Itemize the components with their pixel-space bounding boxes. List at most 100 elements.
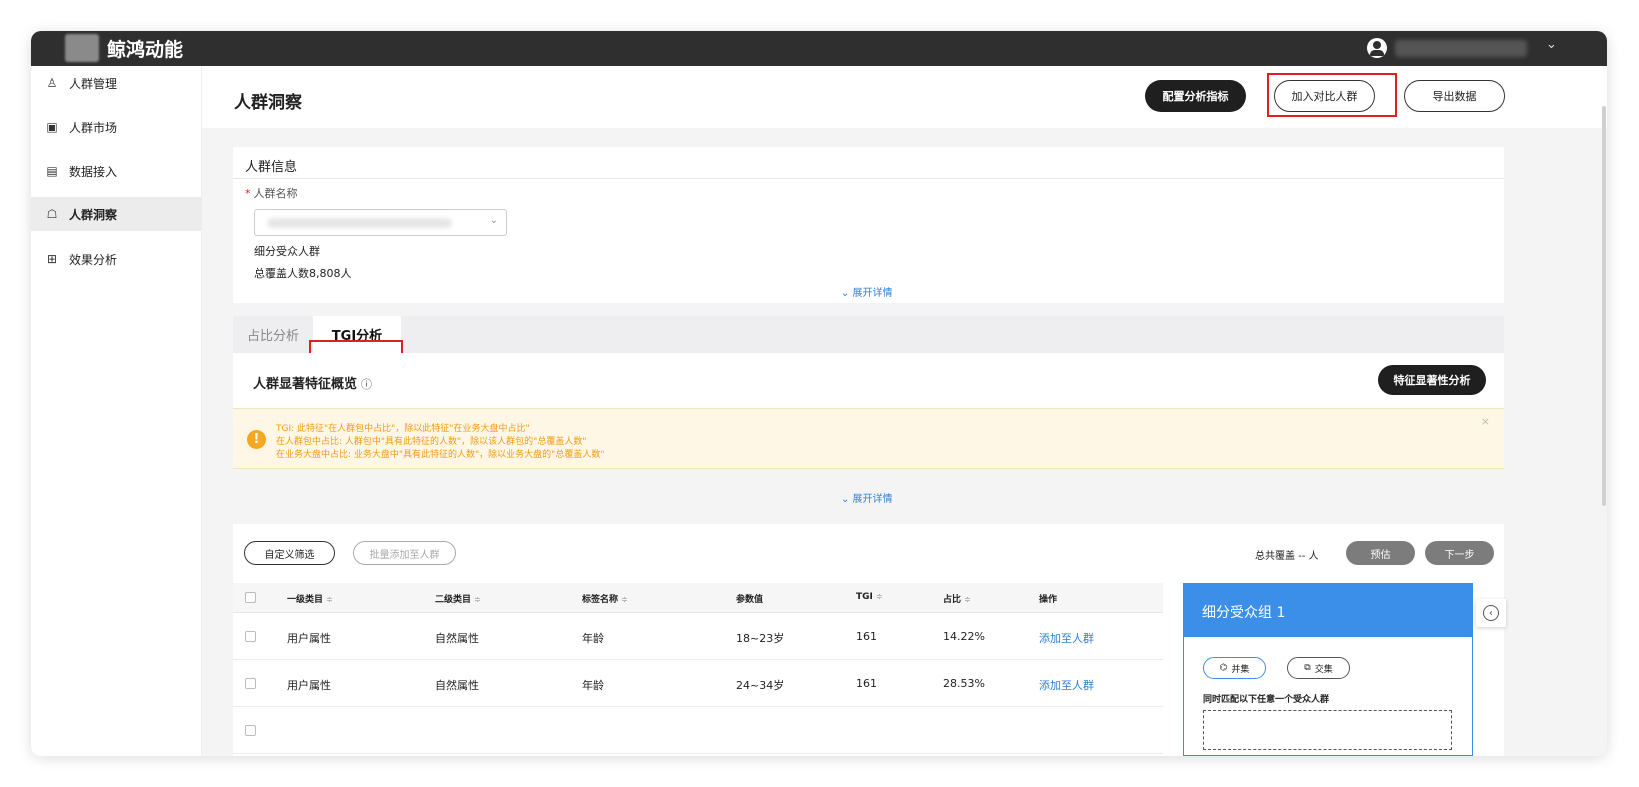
expand-strip: ⌄ 展开详情 <box>233 469 1504 524</box>
add-compare-crowd-button[interactable]: 加入对比人群 <box>1274 80 1375 112</box>
notice-line: 在业务大盘中占比: 业务大盘中"具有此特征的人数"，除以业务大盘的"总覆盖人数" <box>276 450 605 460</box>
chevron-left-icon: ‹ <box>1483 605 1499 621</box>
sidebar-item-label: 人群洞察 <box>69 207 118 222</box>
crowd-name-label: * 人群名称 <box>245 185 298 201</box>
chevron-down-icon[interactable]: ⌄ <box>1546 37 1557 52</box>
significance-analysis-button[interactable]: 特征显著性分析 <box>1378 365 1486 395</box>
tab-tgi-analysis[interactable]: TGI分析 <box>313 316 401 353</box>
user-name-redacted[interactable] <box>1395 40 1527 57</box>
app-window: 鲸鸿动能 ⌄ ♙ 人群管理 ▣ 人群市场 ▤ 数据接入 ☖ 人群洞察 ⊞ 效果分… <box>31 31 1607 756</box>
sidebar-item-crowd-insight[interactable]: ☖ 人群洞察 <box>31 197 202 231</box>
cell-ratio: 14.22% <box>943 630 985 643</box>
sidebar: ♙ 人群管理 ▣ 人群市场 ▤ 数据接入 ☖ 人群洞察 ⊞ 效果分析 <box>31 66 202 756</box>
batch-add-button[interactable]: 批量添加至人群 <box>353 541 456 565</box>
cell-cat2: 自然属性 <box>435 679 479 692</box>
brand-name: 鲸鸿动能 <box>107 39 184 61</box>
segment-panel-header: 细分受众组 1 <box>1184 584 1472 637</box>
segment-panel: 细分受众组 1 ⌬ 并集 ⧉ 交集 同时匹配以下任意一个受众人群 <box>1183 583 1473 756</box>
add-to-crowd-link[interactable]: 添加至人群 <box>1039 677 1094 693</box>
crowd-name-select[interactable]: ⌄ <box>254 209 507 236</box>
union-button[interactable]: ⌬ 并集 <box>1203 657 1266 679</box>
main-content: 人群洞察 配置分析指标 加入对比人群 导出数据 人群信息 * 人群名称 ⌄ 细分受… <box>202 66 1607 756</box>
row-checkbox[interactable] <box>245 631 256 642</box>
divider <box>233 178 1504 179</box>
market-icon: ▣ <box>46 120 58 134</box>
sidebar-item-effect-analysis[interactable]: ⊞ 效果分析 <box>31 242 202 276</box>
table-row <box>233 707 1163 754</box>
intersect-button[interactable]: ⧉ 交集 <box>1287 657 1350 679</box>
warning-icon: ! <box>247 430 266 449</box>
tgi-analysis-panel: 人群显著特征概览 ⓘ 特征显著性分析 ! TGI: 此特征"在人群包中占比"，除以… <box>233 353 1506 756</box>
insight-icon: ☖ <box>46 207 58 221</box>
table-icon: ⊞ <box>46 252 58 266</box>
column-header-label: 占比 <box>943 595 962 605</box>
configure-metrics-button[interactable]: 配置分析指标 <box>1145 80 1246 112</box>
column-header-tag[interactable]: 标签名称 ≑ <box>582 592 628 605</box>
sort-icon[interactable]: ≑ <box>326 595 333 604</box>
section-title: 人群信息 <box>245 160 298 175</box>
row-checkbox[interactable] <box>245 725 256 736</box>
cell-cat1: 用户属性 <box>287 632 331 645</box>
intersect-label: 交集 <box>1314 664 1333 675</box>
cell-param: 24~34岁 <box>736 679 785 692</box>
selected-value-redacted <box>267 218 452 228</box>
overview-title: 人群显著特征概览 ⓘ <box>253 373 372 392</box>
sort-icon[interactable]: ≑ <box>474 595 481 604</box>
close-icon[interactable]: × <box>1481 415 1490 428</box>
cell-param: 18~23岁 <box>736 632 785 645</box>
total-coverage: 总共覆盖 -- 人 <box>1255 551 1319 562</box>
cell-cat1: 用户属性 <box>287 679 331 692</box>
union-label: 并集 <box>1231 664 1250 675</box>
page-title: 人群洞察 <box>234 93 302 113</box>
custom-filter-button[interactable]: 自定义筛选 <box>244 541 335 565</box>
page-header: 人群洞察 配置分析指标 加入对比人群 导出数据 <box>202 66 1607 128</box>
expand-details-link[interactable]: ⌄ 展开详情 <box>841 284 893 299</box>
user-avatar-icon[interactable] <box>1367 38 1387 58</box>
export-data-button[interactable]: 导出数据 <box>1404 80 1505 112</box>
next-step-button[interactable]: 下一步 <box>1425 541 1494 565</box>
column-header-param: 参数值 <box>736 595 764 605</box>
table-row: 用户属性 自然属性 年龄 18~23岁 161 14.22% 添加至人群 <box>233 613 1163 660</box>
database-icon: ▤ <box>46 164 58 178</box>
top-bar: 鲸鸿动能 ⌄ <box>31 31 1607 66</box>
sidebar-item-data-access[interactable]: ▤ 数据接入 <box>31 154 202 188</box>
scrollbar[interactable] <box>1602 106 1606 506</box>
chevron-down-icon: ⌄ <box>489 215 498 226</box>
add-to-crowd-link[interactable]: 添加至人群 <box>1039 630 1094 646</box>
tgi-notice: ! TGI: 此特征"在人群包中占比"，除以此特征"在业务大盘中占比" 在人群包… <box>233 408 1504 469</box>
table-row: 用户属性 自然属性 年龄 24~34岁 161 28.53% 添加至人群 <box>233 660 1163 707</box>
sidebar-item-label: 人群管理 <box>69 76 118 91</box>
notice-line: 在人群包中占比: 人群包中"具有此特征的人数"，除以该人群包的"总覆盖人数" <box>276 437 587 447</box>
intersect-icon: ⧉ <box>1304 663 1311 673</box>
cell-tag: 年龄 <box>582 679 604 692</box>
select-crowd-dropzone[interactable] <box>1203 710 1452 750</box>
sort-icon[interactable]: ≑ <box>621 595 628 604</box>
sort-icon[interactable]: ≑ <box>876 592 883 601</box>
column-header-cat2[interactable]: 二级类目 ≑ <box>435 592 481 605</box>
sidebar-item-label: 人群市场 <box>69 120 118 135</box>
crowd-name-label-text: 人群名称 <box>253 187 298 200</box>
cell-cat2: 自然属性 <box>435 632 479 645</box>
column-header-cat1[interactable]: 一级类目 ≑ <box>287 592 333 605</box>
sidebar-item-crowd-management[interactable]: ♙ 人群管理 <box>31 66 202 100</box>
analysis-tabs: 占比分析 TGI分析 <box>233 316 1504 353</box>
cell-tgi: 161 <box>856 630 877 643</box>
select-all-checkbox[interactable] <box>245 592 256 603</box>
info-icon[interactable]: ⓘ <box>361 378 372 391</box>
column-header-tgi[interactable]: TGI ≑ <box>856 592 883 602</box>
collapse-panel-button[interactable]: ‹ <box>1476 599 1506 627</box>
cell-ratio: 28.53% <box>943 677 985 690</box>
tab-ratio-analysis[interactable]: 占比分析 <box>233 316 313 353</box>
sidebar-item-crowd-market[interactable]: ▣ 人群市场 <box>31 110 202 144</box>
expand-details-link[interactable]: ⌄ 展开详情 <box>841 490 893 505</box>
column-header-label: 标签名称 <box>582 595 619 605</box>
column-header-action: 操作 <box>1039 595 1058 605</box>
estimate-button[interactable]: 预估 <box>1346 541 1415 565</box>
row-checkbox[interactable] <box>245 678 256 689</box>
logo <box>65 34 99 62</box>
sort-icon[interactable]: ≑ <box>964 595 971 604</box>
column-header-ratio[interactable]: 占比 ≑ <box>943 592 971 605</box>
union-icon: ⌬ <box>1219 663 1228 673</box>
match-hint: 同时匹配以下任意一个受众人群 <box>1203 695 1330 705</box>
overview-title-text: 人群显著特征概览 <box>253 377 358 392</box>
